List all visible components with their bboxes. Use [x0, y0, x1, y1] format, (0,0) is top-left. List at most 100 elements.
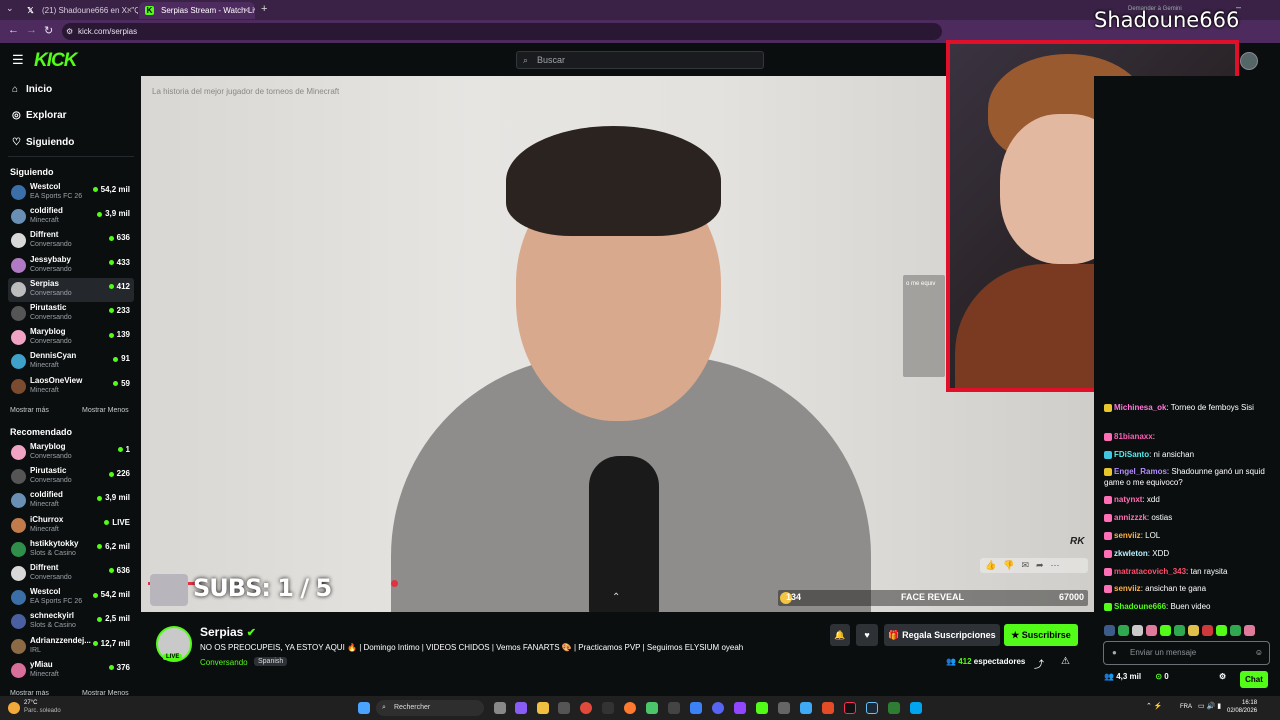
show-less-following[interactable]: Mostrar Menos: [82, 407, 129, 414]
firefox-icon[interactable]: [624, 702, 636, 714]
follow-button[interactable]: ♥: [856, 624, 878, 646]
app-icon[interactable]: [888, 702, 900, 714]
emote-icon[interactable]: [1230, 625, 1241, 636]
comment-icon[interactable]: ✉: [1021, 560, 1036, 570]
thumb-down-icon[interactable]: 👎: [1003, 560, 1021, 570]
back-icon[interactable]: ←: [8, 24, 19, 36]
steam-icon[interactable]: [866, 702, 878, 714]
more-icon[interactable]: ⋯: [1051, 560, 1067, 570]
taskbar-search[interactable]: ⌕ Rechercher: [376, 700, 484, 716]
app-icon[interactable]: [668, 702, 680, 714]
stream-category[interactable]: Conversando: [200, 658, 248, 667]
emote-icon[interactable]: [1174, 625, 1185, 636]
app-icon[interactable]: [778, 702, 790, 714]
chat-send-button[interactable]: Chat: [1240, 671, 1268, 688]
sidebar-channel-item[interactable]: DennisCyan Minecraft 91: [8, 350, 134, 374]
app-icon[interactable]: [646, 702, 658, 714]
search-input[interactable]: ⌕ Buscar: [516, 51, 764, 69]
emote-icon[interactable]: [1202, 625, 1213, 636]
chat-username[interactable]: Michinesa_ok: [1114, 403, 1166, 412]
weather-widget[interactable]: 27°C Parc. soleado: [24, 699, 61, 715]
chat-username[interactable]: 81bianaxx: [1114, 432, 1153, 441]
chat-username[interactable]: senviiz: [1114, 584, 1141, 593]
sidebar-channel-item[interactable]: Adrianzzendej... IRL 12,7 mil: [8, 635, 134, 659]
sidebar-channel-item[interactable]: Maryblog Conversando 1: [8, 441, 134, 465]
app-icon[interactable]: [558, 702, 570, 714]
gift-subs-button[interactable]: 🎁 Regala Suscripciones: [884, 624, 1000, 646]
sidebar-channel-item[interactable]: Jessybaby Conversando 433: [8, 254, 134, 278]
sidebar-channel-item[interactable]: Westcol EA Sports FC 26 54,2 mil: [8, 586, 134, 610]
emote-icon[interactable]: [1132, 625, 1143, 636]
emote-icon[interactable]: [1160, 625, 1171, 636]
close-tab-icon[interactable]: ×: [127, 2, 132, 19]
sidebar-channel-item[interactable]: Pirutastic Conversando 233: [8, 302, 134, 326]
menu-icon[interactable]: ☰: [12, 52, 24, 68]
sidebar-channel-item[interactable]: hstikkytokky Slots & Casino 6,2 mil: [8, 538, 134, 562]
show-more-following[interactable]: Mostrar más: [10, 407, 49, 414]
emoji-icon[interactable]: ☺: [1255, 642, 1263, 664]
app-icon[interactable]: [734, 702, 746, 714]
share-icon[interactable]: ➦: [1036, 560, 1051, 570]
chat-username[interactable]: Shadoune666: [1114, 602, 1166, 611]
chat-username[interactable]: matratacovich_343: [1114, 567, 1186, 576]
chat-username[interactable]: FDiSanto: [1114, 450, 1149, 459]
chat-input[interactable]: ● Enviar un mensaje ☺: [1103, 641, 1270, 665]
share-icon[interactable]: ⤴: [1034, 656, 1044, 671]
thumb-up-icon[interactable]: 👍: [985, 560, 1003, 570]
sidebar-channel-item[interactable]: yMiau Minecraft 376: [8, 659, 134, 683]
site-info-icon[interactable]: ⚙: [66, 23, 73, 40]
app-icon[interactable]: [910, 702, 922, 714]
emote-icon[interactable]: [1188, 625, 1199, 636]
profile-avatar[interactable]: [1240, 52, 1258, 70]
sidebar-channel-item[interactable]: iChurrox Minecraft LIVE: [8, 514, 134, 538]
language-indicator[interactable]: FRA: [1180, 704, 1192, 710]
emote-icon[interactable]: [1216, 625, 1227, 636]
chat-username[interactable]: Engel_Ramos: [1114, 467, 1167, 476]
windows-start-icon[interactable]: [358, 702, 370, 714]
notifications-button[interactable]: 🔔: [830, 624, 850, 646]
app-icon[interactable]: [756, 702, 768, 714]
sidebar-channel-item[interactable]: Westcol EA Sports FC 26 54,2 mil: [8, 181, 134, 205]
chat-username[interactable]: natynxt: [1114, 495, 1142, 504]
app-icon[interactable]: [602, 702, 614, 714]
weather-icon[interactable]: [8, 702, 20, 714]
tab-x[interactable]: 𝕏 (21) Shadoune666 en X: "Que c ×: [20, 2, 138, 19]
app-icon[interactable]: [515, 702, 527, 714]
sidebar-channel-item[interactable]: LaosOneView Minecraft 59: [8, 375, 134, 399]
subscribe-button[interactable]: ★ Suscribirse: [1004, 624, 1078, 646]
reload-icon[interactable]: ↻: [44, 24, 53, 37]
sidebar-channel-item[interactable]: Maryblog Conversando 139: [8, 326, 134, 350]
taskview-icon[interactable]: [494, 702, 506, 714]
chat-username[interactable]: annizzzk: [1114, 513, 1147, 522]
close-tab-icon[interactable]: ×: [244, 2, 249, 19]
sidebar-channel-item[interactable]: coldified Minecraft 3,9 mil: [8, 489, 134, 513]
sidebar-channel-item[interactable]: Diffrent Conversando 636: [8, 229, 134, 253]
url-field[interactable]: ⚙ kick.com/serpias: [62, 23, 942, 40]
app-icon[interactable]: [712, 702, 724, 714]
chat-username[interactable]: zkwleton: [1114, 549, 1148, 558]
sidebar-channel-item[interactable]: Serpias Conversando 412: [8, 277, 134, 302]
chat-username[interactable]: senviiz: [1114, 531, 1141, 540]
sidebar-channel-item[interactable]: Pirutastic Conversando 226: [8, 465, 134, 489]
emote-icon[interactable]: [1104, 625, 1115, 636]
tiktok-icon[interactable]: [844, 702, 856, 714]
forward-icon[interactable]: →: [26, 24, 37, 36]
kick-logo[interactable]: KICK: [34, 50, 77, 72]
tray-icons[interactable]: ⌃ ⚡: [1146, 702, 1163, 710]
app-icon[interactable]: [822, 702, 834, 714]
taskbar-clock[interactable]: 16:18 02/08/2026: [1227, 699, 1257, 715]
stream-language-tag[interactable]: Spanish: [254, 657, 288, 666]
chrome-icon[interactable]: [580, 702, 592, 714]
nav-explore[interactable]: ◎ Explorar: [12, 110, 67, 121]
chevron-up-icon[interactable]: ⌃: [612, 592, 620, 603]
emote-icon[interactable]: [1118, 625, 1129, 636]
streamer-name[interactable]: Serpias ✔: [200, 625, 256, 639]
new-tab-icon[interactable]: +: [261, 3, 267, 15]
report-icon[interactable]: ⚠: [1061, 656, 1070, 667]
settings-icon[interactable]: ⚙: [1219, 672, 1226, 681]
app-icon[interactable]: [690, 702, 702, 714]
sidebar-channel-item[interactable]: Diffrent Conversando 636: [8, 562, 134, 586]
emote-icon[interactable]: [1244, 625, 1255, 636]
sidebar-channel-item[interactable]: schneckyirl Slots & Casino 2,5 mil: [8, 610, 134, 634]
nav-home[interactable]: ⌂ Inicio: [12, 84, 52, 95]
